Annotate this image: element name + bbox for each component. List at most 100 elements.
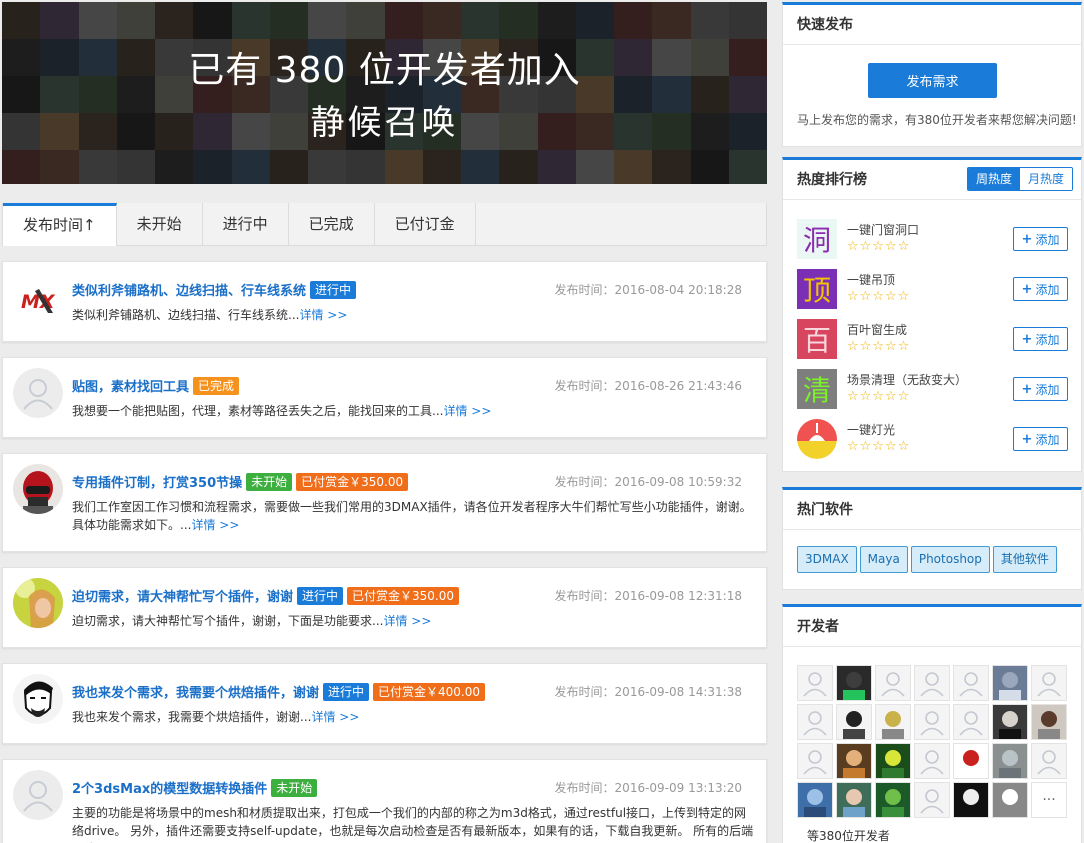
post-card: 我也来发个需求，我需要个烘焙插件，谢谢 进行中 已付赏金￥400.00 发布时间… <box>2 663 767 744</box>
post-title[interactable]: 迫切需求，请大神帮忙写个插件，谢谢 <box>72 586 293 605</box>
ranking-item: 洞 一键门窗洞口 ☆☆☆☆☆ + 添加 <box>797 219 1077 259</box>
add-plugin-button[interactable]: + 添加 <box>1013 327 1068 351</box>
tab-in-progress[interactable]: 进行中 <box>203 203 289 245</box>
quick-publish-panel: 快速发布 发布需求 马上发布您的需求，有380位开发者来帮您解决问题! <box>782 2 1082 147</box>
developers-heading: 开发者 <box>783 607 1081 647</box>
post-title[interactable]: 类似利斧铺路机、边线扫描、行车线系统 <box>72 280 306 299</box>
plugin-name[interactable]: 场景清理（无敌变大） <box>847 371 967 388</box>
plugin-name[interactable]: 一键灯光 <box>847 421 895 438</box>
monthly-toggle[interactable]: 月热度 <box>1019 168 1072 190</box>
add-plugin-button[interactable]: + 添加 <box>1013 377 1068 401</box>
developer-avatar[interactable] <box>797 743 833 779</box>
rating-stars: ☆☆☆☆☆ <box>847 439 911 454</box>
post-time: 发布时间：2016-08-26 21:43:46 <box>554 379 742 393</box>
publish-request-button[interactable]: 发布需求 <box>868 63 997 98</box>
developer-avatar[interactable] <box>992 743 1028 779</box>
status-badge: 进行中 <box>310 280 357 299</box>
plugin-name[interactable]: 百叶窗生成 <box>847 321 907 338</box>
author-avatar[interactable] <box>13 464 63 514</box>
tab-deposit-paid[interactable]: 已付订金 <box>375 203 476 245</box>
author-avatar[interactable] <box>13 368 63 418</box>
developer-avatar[interactable] <box>992 704 1028 740</box>
developer-avatar[interactable] <box>836 743 872 779</box>
author-avatar[interactable] <box>13 674 63 724</box>
reward-badge: 已付赏金￥350.00 <box>347 586 460 605</box>
tab-not-started[interactable]: 未开始 <box>117 203 203 245</box>
quick-publish-heading: 快速发布 <box>783 5 1081 45</box>
detail-link[interactable]: 详情 >> <box>443 404 491 418</box>
rating-stars: ☆☆☆☆☆ <box>847 339 911 354</box>
post-card: 专用插件订制，打赏350节操 未开始 已付赏金￥350.00 发布时间：2016… <box>2 453 767 552</box>
developer-avatar[interactable] <box>797 704 833 740</box>
developer-avatar[interactable] <box>914 743 950 779</box>
post-card: MX 类似利斧铺路机、边线扫描、行车线系统 进行中 发布时间：2016-08-0… <box>2 261 767 342</box>
author-avatar[interactable] <box>13 770 63 820</box>
developer-avatar[interactable] <box>875 782 911 818</box>
developer-avatar[interactable] <box>914 665 950 701</box>
detail-link[interactable]: 详情 >> <box>383 614 431 628</box>
publish-note: 马上发布您的需求，有380位开发者来帮您解决问题! <box>797 113 1077 127</box>
rating-stars: ☆☆☆☆☆ <box>847 389 911 404</box>
software-tag-maya[interactable]: Maya <box>859 546 908 573</box>
developer-avatar[interactable] <box>836 782 872 818</box>
author-avatar[interactable]: MX <box>13 276 63 326</box>
weekly-toggle[interactable]: 周热度 <box>967 168 1020 190</box>
reward-badge: 已付赏金￥350.00 <box>296 472 409 491</box>
plus-icon: + <box>1021 381 1033 397</box>
post-title[interactable]: 贴图，素材找回工具 <box>72 376 189 395</box>
software-tag-3dmax[interactable]: 3DMAX <box>797 546 857 573</box>
post-filter-tabs: 发布时间↑ 未开始 进行中 已完成 已付订金 <box>2 203 767 246</box>
developer-avatar[interactable] <box>875 665 911 701</box>
developer-avatar[interactable] <box>1031 704 1067 740</box>
developer-avatar[interactable] <box>797 665 833 701</box>
plugin-name[interactable]: 一键吊顶 <box>847 271 895 288</box>
post-time: 发布时间：2016-09-08 10:59:32 <box>554 475 742 489</box>
tab-publish-time[interactable]: 发布时间↑ <box>3 203 117 246</box>
detail-link[interactable]: 详情 >> <box>299 308 347 322</box>
post-time: 发布时间：2016-09-09 13:13:20 <box>554 781 742 795</box>
plugin-icon[interactable]: 洞 <box>797 219 837 259</box>
developer-avatar[interactable] <box>953 743 989 779</box>
plugin-icon[interactable]: 百 <box>797 319 837 359</box>
developer-avatar[interactable] <box>875 704 911 740</box>
developer-avatar[interactable] <box>836 665 872 701</box>
plugin-name[interactable]: 一键门窗洞口 <box>847 221 919 238</box>
detail-link[interactable]: 详情 >> <box>311 710 359 724</box>
author-avatar[interactable] <box>13 578 63 628</box>
developer-avatar[interactable] <box>992 665 1028 701</box>
add-plugin-button[interactable]: + 添加 <box>1013 277 1068 301</box>
more-developers-button[interactable]: ··· <box>1031 782 1067 818</box>
developer-avatar[interactable] <box>953 782 989 818</box>
developer-avatar[interactable] <box>953 704 989 740</box>
developer-avatar[interactable] <box>1031 743 1067 779</box>
post-desc: 类似利斧铺路机、边线扫描、行车线系统... <box>72 308 300 322</box>
software-tag-other[interactable]: 其他软件 <box>992 546 1057 573</box>
lamp-icon[interactable] <box>797 419 837 459</box>
plus-icon: + <box>1021 281 1033 297</box>
detail-link[interactable]: 详情 >> <box>191 518 239 532</box>
developer-banner: 已有 380 位开发者加入 静候召唤 <box>2 2 767 184</box>
ranking-item: 一键灯光 ☆☆☆☆☆ + 添加 <box>797 419 1077 459</box>
post-title[interactable]: 专用插件订制，打赏350节操 <box>72 472 242 491</box>
add-plugin-button[interactable]: + 添加 <box>1013 427 1068 451</box>
post-card: 2个3dsMax的模型数据转换插件 未开始 发布时间：2016-09-09 13… <box>2 759 767 843</box>
post-title[interactable]: 我也来发个需求，我需要个烘焙插件，谢谢 <box>72 682 319 701</box>
developer-avatar[interactable] <box>875 743 911 779</box>
developer-avatar[interactable] <box>836 704 872 740</box>
developer-avatar-grid: ··· <box>797 665 1067 818</box>
add-plugin-button[interactable]: + 添加 <box>1013 227 1068 251</box>
developer-avatar[interactable] <box>953 665 989 701</box>
tab-completed[interactable]: 已完成 <box>289 203 375 245</box>
plugin-icon[interactable]: 清 <box>797 369 837 409</box>
post-title[interactable]: 2个3dsMax的模型数据转换插件 <box>72 778 267 797</box>
developer-avatar[interactable] <box>797 782 833 818</box>
post-desc: 我们工作室因工作习惯和流程需求，需要做一些我们常用的3DMAX插件，请各位开发者… <box>72 500 752 532</box>
developer-avatar[interactable] <box>992 782 1028 818</box>
developer-avatar[interactable] <box>914 782 950 818</box>
developer-avatar[interactable] <box>1031 665 1067 701</box>
ranking-item: 清 场景清理（无敌变大） ☆☆☆☆☆ + 添加 <box>797 369 1077 409</box>
developer-avatar[interactable] <box>914 704 950 740</box>
plugin-icon[interactable]: 顶 <box>797 269 837 309</box>
software-tag-photoshop[interactable]: Photoshop <box>910 546 990 573</box>
post-time: 发布时间：2016-09-08 12:31:18 <box>554 589 742 603</box>
